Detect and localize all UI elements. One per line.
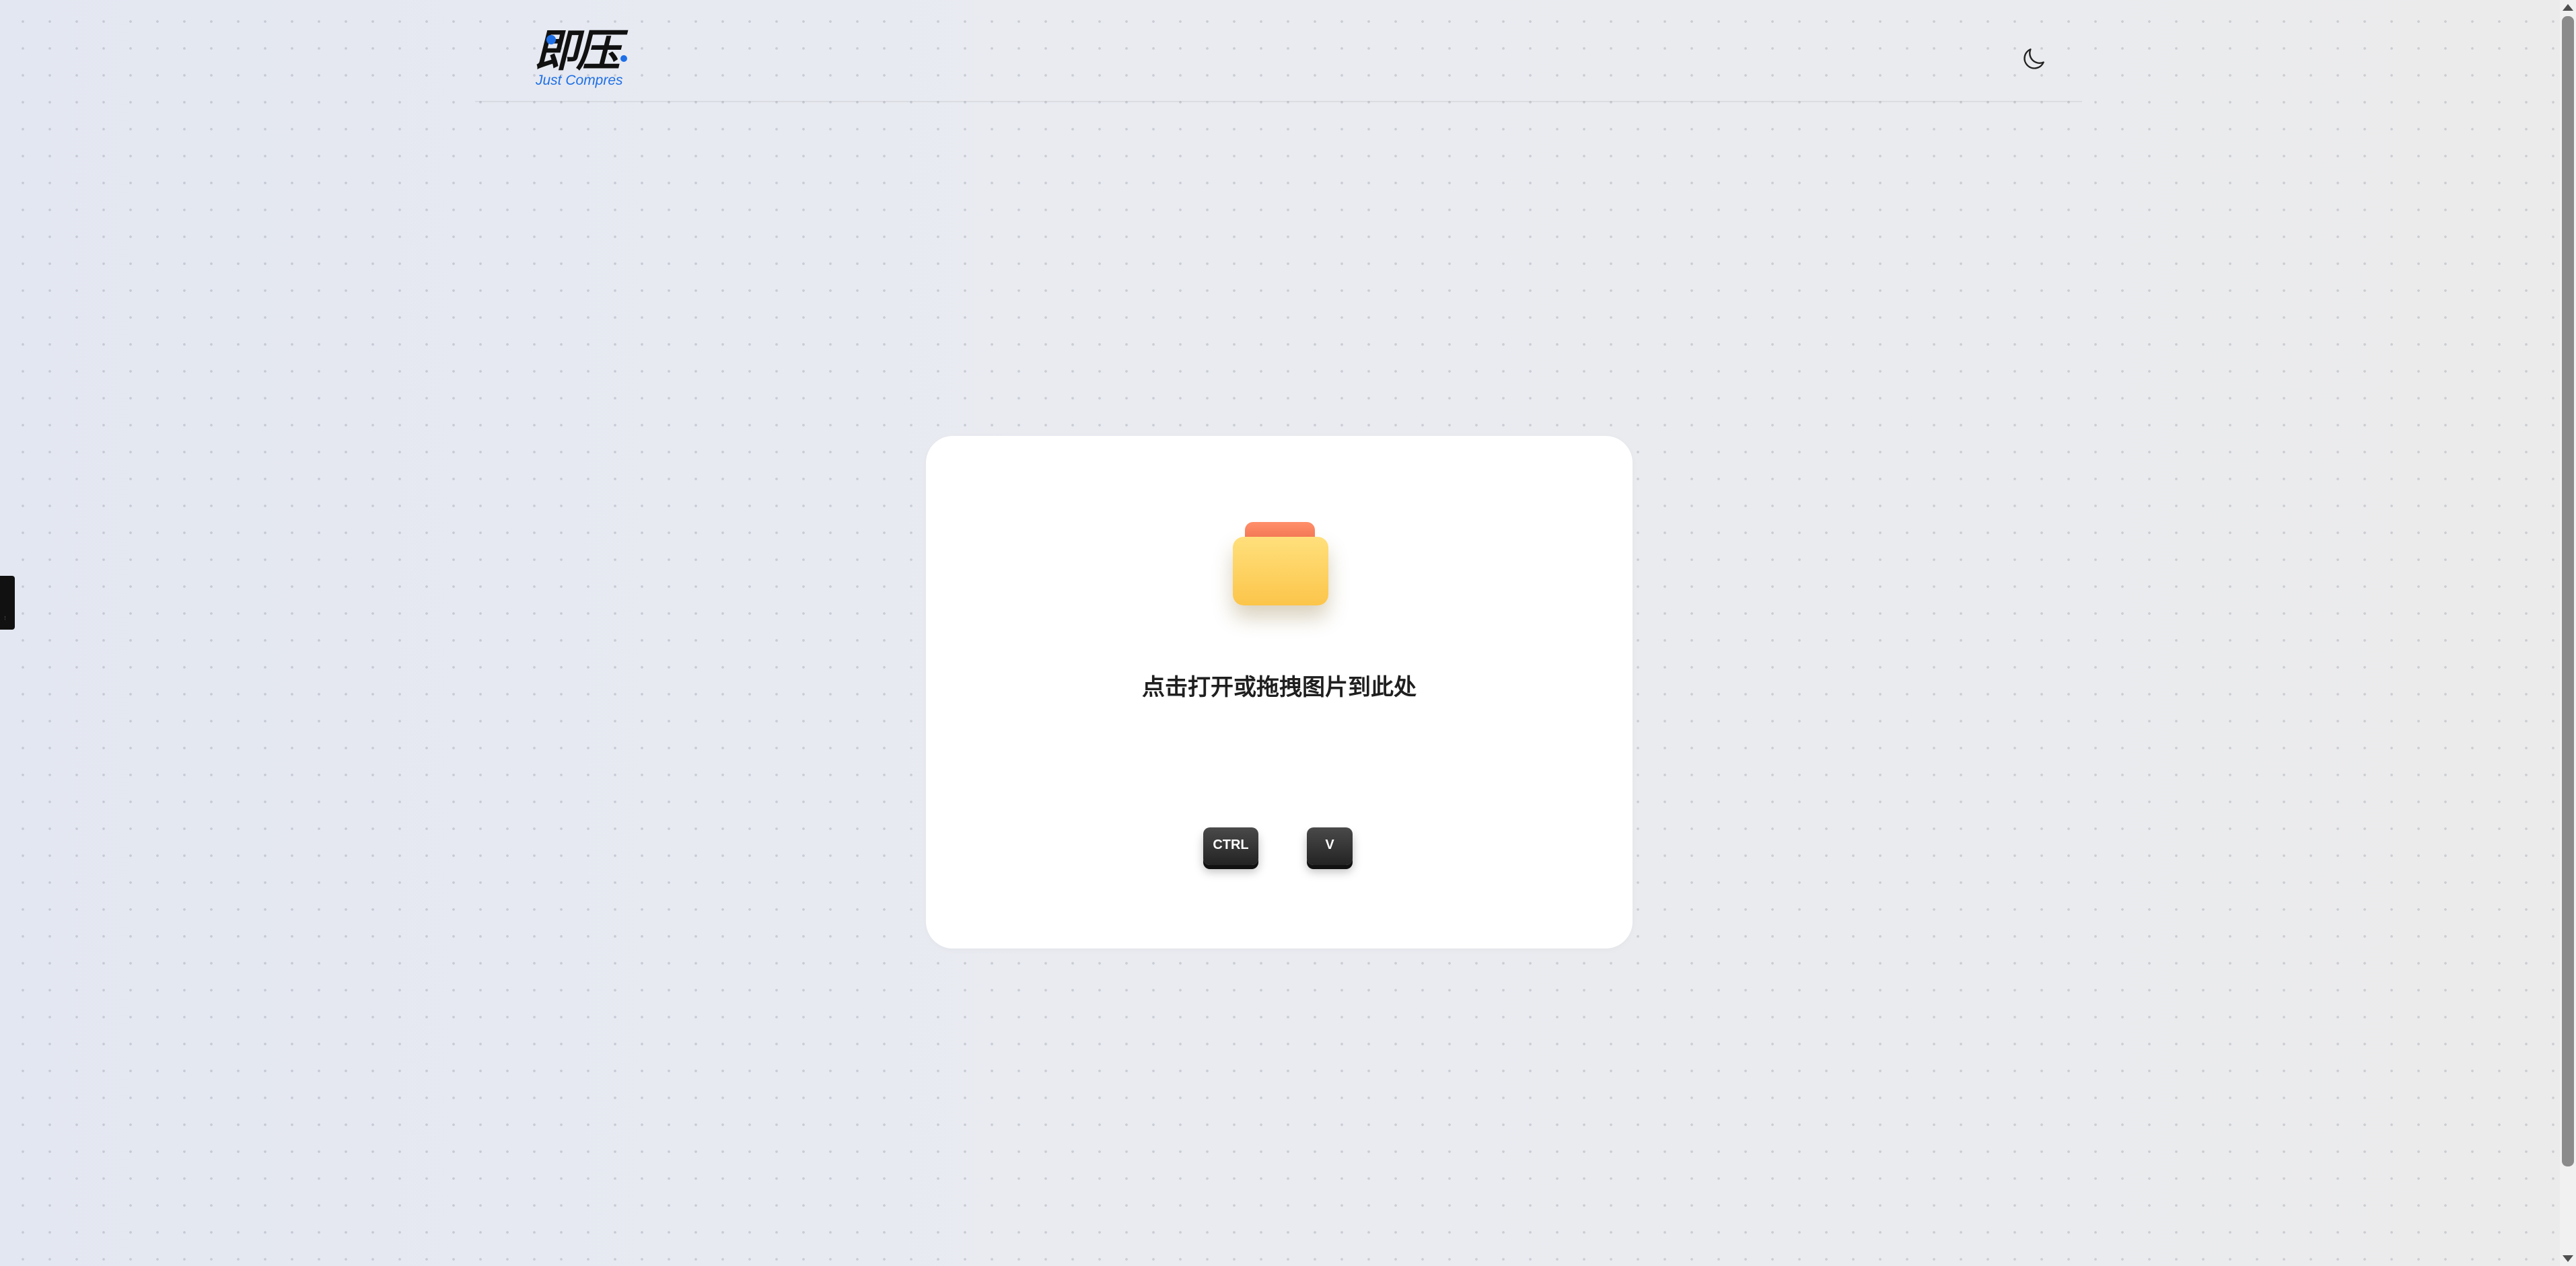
logo-accent-dot [546,35,556,44]
folder-body [1233,537,1328,605]
moon-icon [2024,48,2044,69]
logo-mark: 即压 [534,24,620,77]
theme-toggle-button[interactable] [2019,44,2048,74]
logo-accent-dot [620,55,627,62]
ctrl-key: CTRL [1203,827,1258,865]
scroll-down-arrow-icon[interactable] [2563,1255,2573,1262]
upload-prompt: 点击打开或拖拽图片到此处 [1142,674,1417,701]
site-header: 即压 Just Compres [475,0,2082,102]
logo-subtitle: Just Compres [536,73,623,88]
scrollbar-thumb[interactable] [2562,16,2574,1166]
v-key: V [1307,827,1353,865]
upload-dropzone[interactable]: 点击打开或拖拽图片到此处 CTRL V [926,436,1633,948]
page-scrollbar[interactable] [2560,0,2576,1266]
logo[interactable]: 即压 Just Compres [534,27,642,91]
side-tab-label: ··· [3,616,8,620]
scroll-up-arrow-icon[interactable] [2563,4,2573,11]
folder-icon [1233,522,1328,607]
side-drawer-tab[interactable]: ··· [0,576,15,630]
